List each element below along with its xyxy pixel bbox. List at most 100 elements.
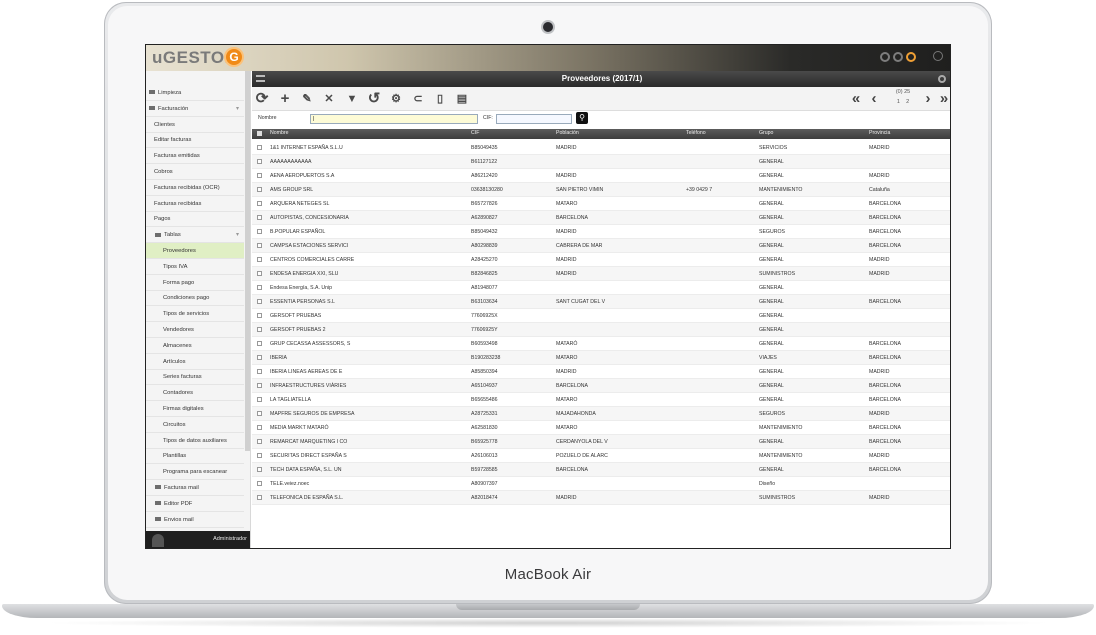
last-page-icon[interactable]: » xyxy=(936,89,950,109)
table-row[interactable]: TELE.veiez.noec A80907397 Diseño xyxy=(252,477,950,491)
avatar[interactable] xyxy=(152,534,164,547)
sidebar-item[interactable]: Envios mail xyxy=(146,512,244,528)
power-icon[interactable] xyxy=(933,51,943,61)
table-row[interactable]: TELEFONICA DE ESPAÑA S.L. A82018474 MADRID… xyxy=(252,491,950,505)
row-checkbox[interactable] xyxy=(257,201,262,206)
sidebar-item[interactable]: Proveedores xyxy=(146,243,244,259)
column-header[interactable]: CIF xyxy=(471,130,479,136)
chevron-down-icon[interactable]: ▾ xyxy=(236,227,239,243)
row-checkbox[interactable] xyxy=(257,173,262,178)
table-row[interactable]: IBERIA LINEAS AEREAS DE E A85850394 MADRID… xyxy=(252,365,950,379)
document-icon[interactable]: ▯ xyxy=(430,89,450,109)
menu-icon[interactable] xyxy=(256,75,265,82)
sidebar-item[interactable]: Series facturas xyxy=(146,369,244,386)
row-checkbox[interactable] xyxy=(257,411,262,416)
select-all-checkbox[interactable] xyxy=(257,131,262,136)
table-row[interactable]: GERSOFT PRUEBAS 2 77606925Y GENERAL xyxy=(252,323,950,337)
row-checkbox[interactable] xyxy=(257,313,262,318)
sidebar-item[interactable]: Facturación ▾ xyxy=(146,101,244,117)
table-row[interactable]: AAAAAAAAAAAA B61127122 GENERAL xyxy=(252,155,950,169)
row-checkbox[interactable] xyxy=(257,243,262,248)
row-checkbox[interactable] xyxy=(257,369,262,374)
status-icon[interactable] xyxy=(880,52,890,62)
sidebar-item[interactable]: Contadores xyxy=(146,385,244,402)
row-checkbox[interactable] xyxy=(257,271,262,276)
prev-page-icon[interactable]: ‹ xyxy=(866,89,882,109)
sidebar-item[interactable]: Plantillas xyxy=(146,448,244,465)
sidebar-item[interactable]: Editor PDF xyxy=(146,496,244,512)
table-row[interactable]: INFRAESTRUCTURES VIÀRIES A65104937 BARCELO… xyxy=(252,379,950,393)
search-icon[interactable]: ⚲ xyxy=(576,112,588,124)
row-checkbox[interactable] xyxy=(257,439,262,444)
sidebar-item[interactable]: Vendedores xyxy=(146,322,244,338)
row-checkbox[interactable] xyxy=(257,145,262,150)
row-checkbox[interactable] xyxy=(257,229,262,234)
row-checkbox[interactable] xyxy=(257,355,262,360)
sidebar-item[interactable]: Tablas ▾ xyxy=(146,227,244,244)
column-header[interactable]: Nombre xyxy=(270,130,288,136)
first-page-icon[interactable]: « xyxy=(848,89,864,109)
add-icon[interactable]: + xyxy=(275,89,295,109)
next-page-icon[interactable]: › xyxy=(920,89,936,109)
table-row[interactable]: 1&1 INTERNET ESPAÑA S.L.U B85049435 MADRID… xyxy=(252,141,950,155)
table-row[interactable]: CAMPSA ESTACIONES SERVICI A80298839 CABRER… xyxy=(252,239,950,253)
sidebar-item[interactable]: Editar facturas xyxy=(146,132,244,149)
sidebar-item[interactable]: Cobros xyxy=(146,164,244,180)
sidebar-item[interactable]: Clientes xyxy=(146,117,244,133)
sidebar-scrollbar[interactable] xyxy=(245,71,250,451)
chevron-down-icon[interactable]: ▾ xyxy=(236,101,239,117)
user-name[interactable]: Administrador xyxy=(213,536,247,542)
sidebar-item[interactable]: Tipos de servicios xyxy=(146,306,244,323)
table-row[interactable]: AMS GROUP SRL 03638130280 SAN PIETRO VIMIN… xyxy=(252,183,950,197)
sidebar-item[interactable]: Almacenes xyxy=(146,338,244,354)
table-row[interactable]: GERSOFT PRUEBAS 77606925X GENERAL xyxy=(252,309,950,323)
table-row[interactable]: TECH DATA ESPAÑA, S.L. UN B59728585 BARCEL… xyxy=(252,463,950,477)
table-row[interactable]: Endesa Energía, S.A. Unip A81948077 GENERA… xyxy=(252,281,950,295)
table-row[interactable]: ARQUERA NETEGES SL B65727826 MATARO GENERAL… xyxy=(252,197,950,211)
column-header[interactable]: Provincia xyxy=(869,130,890,136)
sidebar-item[interactable]: Programa para escanear xyxy=(146,464,244,481)
row-checkbox[interactable] xyxy=(257,187,262,192)
page-link[interactable]: 2 xyxy=(906,99,909,105)
row-checkbox[interactable] xyxy=(257,341,262,346)
settings-icon[interactable]: ⚙ xyxy=(386,89,406,109)
row-checkbox[interactable] xyxy=(257,383,262,388)
cif-input[interactable] xyxy=(496,114,572,124)
row-checkbox[interactable] xyxy=(257,467,262,472)
row-checkbox[interactable] xyxy=(257,453,262,458)
sidebar-item[interactable]: Facturas recibidas xyxy=(146,196,244,212)
attach-icon[interactable]: ⊂ xyxy=(408,89,428,109)
table-row[interactable]: MEDIA MARKT MATARÓ A62581830 MATARO MANTENI… xyxy=(252,421,950,435)
table-row[interactable]: AUTOPISTAS, CONCESIONARIA A62890827 BARCEL… xyxy=(252,211,950,225)
sidebar-item[interactable]: Forma pago xyxy=(146,275,244,291)
column-header[interactable]: Población xyxy=(556,130,579,136)
sidebar-item[interactable]: Facturas mail xyxy=(146,480,244,496)
status-icon[interactable] xyxy=(893,52,903,62)
table-row[interactable]: GRUP CECASSA ASSESSORS, S B60593498 MATARÓ… xyxy=(252,337,950,351)
page-link[interactable]: 1 xyxy=(897,99,900,105)
sidebar-item[interactable]: Facturas emitidas xyxy=(146,148,244,165)
filter-icon[interactable]: ▼ xyxy=(342,89,362,109)
sidebar-item[interactable]: Tipos IVA xyxy=(146,259,244,275)
row-checkbox[interactable] xyxy=(257,425,262,430)
sidebar-item[interactable]: Firmas digitales xyxy=(146,401,244,417)
table-row[interactable]: B.POPULAR ESPAÑOL B85049432 MADRID SEGUROS B… xyxy=(252,225,950,239)
sidebar-item[interactable]: Facturas recibidas (OCR) xyxy=(146,180,244,196)
sidebar-item[interactable]: Limpieza xyxy=(146,85,244,101)
table-row[interactable]: REMARCAT MARQUETING I CO B65925778 CERDANY… xyxy=(252,435,950,449)
row-checkbox[interactable] xyxy=(257,481,262,486)
table-row[interactable]: AENA AEROPUERTOS S.A A86212420 MADRID GENER… xyxy=(252,169,950,183)
table-row[interactable]: LA TAGLIATELLA B65655486 MATARO GENERAL BARC… xyxy=(252,393,950,407)
row-checkbox[interactable] xyxy=(257,397,262,402)
table-row[interactable]: ESSENTIA PERSONAS S.L B63103634 SANT CUGAT… xyxy=(252,295,950,309)
row-checkbox[interactable] xyxy=(257,257,262,262)
table-row[interactable]: IBERIA B190283238 MATARO VIAJES BARCELONA xyxy=(252,351,950,365)
edit-icon[interactable]: ✎ xyxy=(297,89,317,109)
gear-icon[interactable] xyxy=(938,75,946,83)
row-checkbox[interactable] xyxy=(257,299,262,304)
sidebar-item[interactable]: Condiciones pago xyxy=(146,290,244,307)
table-row[interactable]: ENDESA ENERGIA XXI, SLU B82846825 MADRID SU… xyxy=(252,267,950,281)
delete-icon[interactable]: ✕ xyxy=(319,89,339,109)
sidebar-item[interactable]: Pagos xyxy=(146,211,244,228)
row-checkbox[interactable] xyxy=(257,215,262,220)
